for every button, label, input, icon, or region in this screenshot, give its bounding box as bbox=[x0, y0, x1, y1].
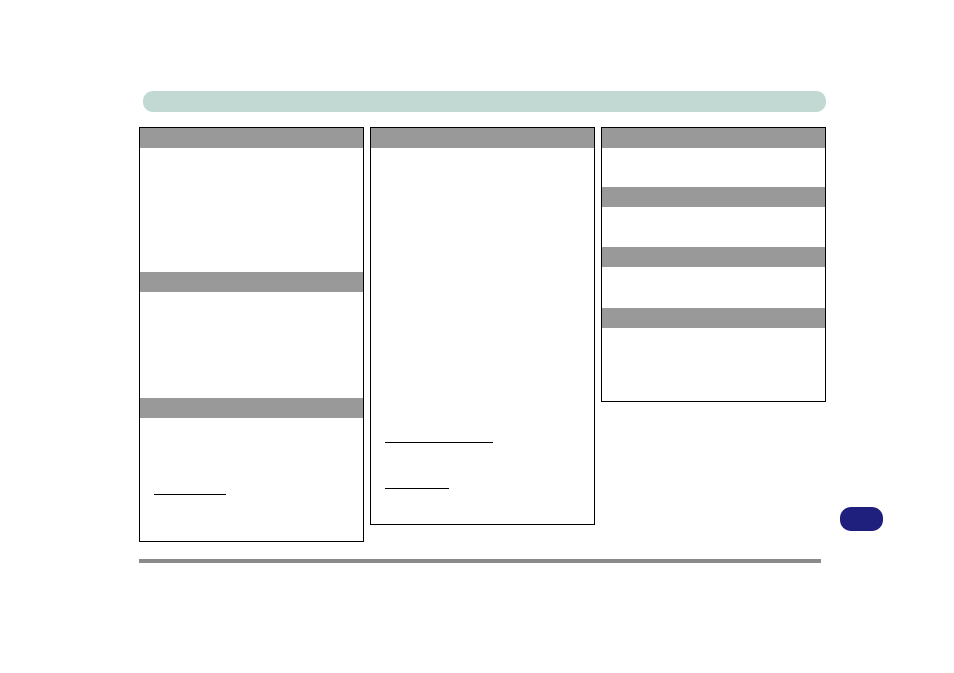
left-section-3-divider bbox=[154, 494, 226, 495]
right-section-2-header bbox=[602, 187, 825, 207]
middle-divider-2 bbox=[385, 488, 449, 489]
page-root bbox=[0, 0, 954, 673]
column-middle bbox=[370, 127, 595, 525]
left-section-1-body bbox=[140, 148, 363, 272]
right-section-2-body bbox=[602, 207, 825, 247]
left-section-3-body bbox=[140, 418, 363, 540]
right-section-1-header bbox=[602, 128, 825, 148]
right-section-1-body bbox=[602, 148, 825, 187]
right-section-3-header bbox=[602, 247, 825, 267]
middle-section-1-body bbox=[371, 148, 594, 524]
middle-section-1-header bbox=[371, 128, 594, 148]
left-section-3-header bbox=[140, 398, 363, 418]
column-left bbox=[139, 127, 364, 542]
right-section-4-body bbox=[602, 328, 825, 398]
left-section-1-header bbox=[140, 128, 363, 148]
left-section-2-body bbox=[140, 292, 363, 398]
left-section-2-header bbox=[140, 272, 363, 292]
middle-divider-1 bbox=[385, 442, 493, 443]
column-right bbox=[601, 127, 826, 402]
action-pill[interactable] bbox=[840, 507, 883, 531]
right-section-4-header bbox=[602, 308, 825, 328]
right-section-3-body bbox=[602, 267, 825, 308]
bottom-rule bbox=[139, 559, 821, 563]
page-banner bbox=[143, 91, 826, 112]
